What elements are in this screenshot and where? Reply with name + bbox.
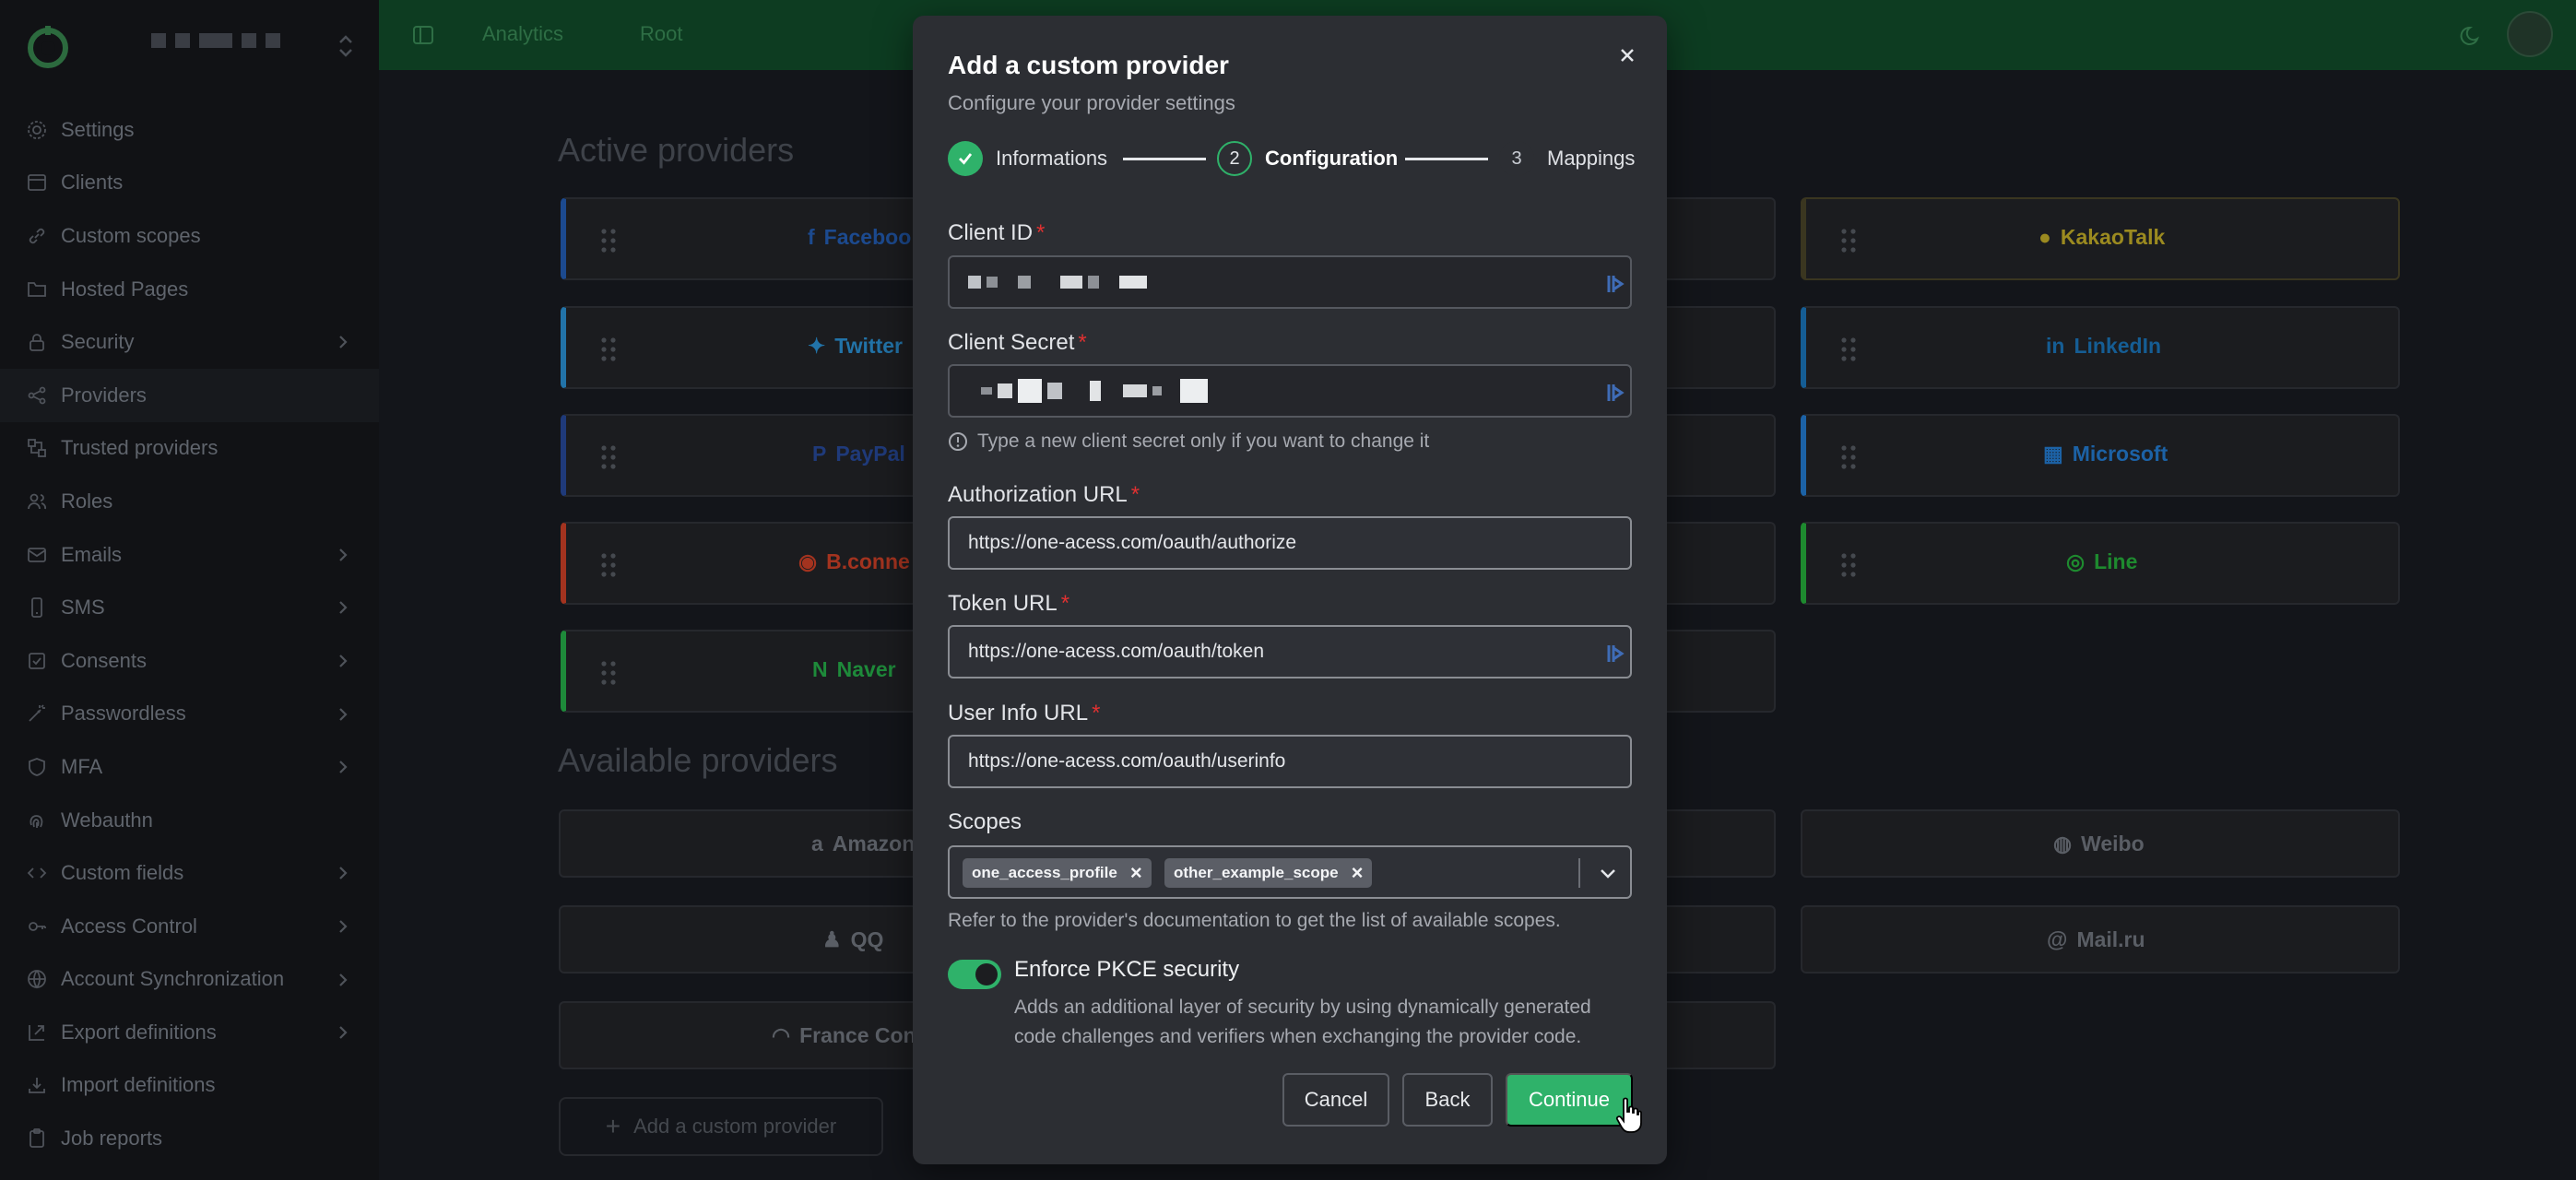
step-connector bbox=[1123, 158, 1206, 160]
userinfo-url-field[interactable]: https://one-acess.com/oauth/userinfo bbox=[948, 735, 1632, 788]
password-manager-icon[interactable] bbox=[1606, 383, 1625, 403]
password-manager-icon[interactable] bbox=[1606, 643, 1625, 664]
authorization-url-field[interactable]: https://one-acess.com/oauth/authorize bbox=[948, 516, 1632, 570]
pkce-toggle[interactable] bbox=[948, 960, 1001, 989]
scopes-multiselect[interactable]: one_access_profile × other_example_scope… bbox=[948, 845, 1632, 899]
chevron-down-icon[interactable] bbox=[1597, 864, 1619, 884]
cancel-button[interactable]: Cancel bbox=[1282, 1073, 1389, 1127]
scope-chip: other_example_scope × bbox=[1164, 858, 1373, 888]
userinfo-url-label: User Info URL * bbox=[948, 701, 1101, 726]
token-url-value: https://one-acess.com/oauth/token bbox=[968, 641, 1265, 662]
masked-value bbox=[968, 276, 1147, 289]
authorization-url-label: Authorization URL * bbox=[948, 482, 1140, 507]
dialog-subtitle: Configure your provider settings bbox=[948, 91, 1235, 114]
scope-chip-label: one_access_profile bbox=[972, 864, 1117, 881]
client-id-field[interactable] bbox=[948, 255, 1632, 309]
step-connector bbox=[1405, 158, 1488, 160]
userinfo-url-value: https://one-acess.com/oauth/userinfo bbox=[968, 750, 1286, 772]
remove-scope-icon[interactable]: × bbox=[1352, 863, 1364, 883]
client-secret-label: Client Secret * bbox=[948, 330, 1087, 355]
client-secret-hint: Type a new client secret only if you wan… bbox=[948, 431, 1429, 453]
close-icon[interactable] bbox=[1613, 41, 1641, 69]
step-2-label: Configuration bbox=[1265, 147, 1399, 170]
scopes-hint: Refer to the provider's documentation to… bbox=[948, 910, 1561, 931]
step-3-label: Mappings bbox=[1547, 147, 1636, 170]
token-url-label: Token URL * bbox=[948, 591, 1070, 616]
masked-value bbox=[981, 379, 1208, 403]
toggle-knob bbox=[975, 963, 998, 985]
token-url-field[interactable]: https://one-acess.com/oauth/token bbox=[948, 625, 1632, 678]
continue-button[interactable]: Continue bbox=[1506, 1073, 1633, 1127]
dialog-title: Add a custom provider bbox=[948, 51, 1229, 79]
back-button[interactable]: Back bbox=[1402, 1073, 1493, 1127]
step-1-check-icon bbox=[948, 141, 983, 176]
step-3-number: 3 bbox=[1499, 141, 1534, 176]
scope-chip: one_access_profile × bbox=[963, 858, 1152, 888]
client-secret-hint-text: Type a new client secret only if you wan… bbox=[977, 431, 1430, 452]
step-2-number: 2 bbox=[1217, 141, 1252, 176]
custom-provider-dialog: Add a custom provider Configure your pro… bbox=[913, 16, 1667, 1164]
scopes-label: Scopes bbox=[948, 809, 1022, 834]
divider bbox=[1578, 858, 1580, 888]
pkce-description: Adds an additional layer of security by … bbox=[1014, 997, 1591, 1047]
scope-chip-label: other_example_scope bbox=[1174, 864, 1339, 881]
client-id-label: Client ID * bbox=[948, 220, 1046, 245]
pkce-title: Enforce PKCE security bbox=[1014, 957, 1240, 982]
authorization-url-value: https://one-acess.com/oauth/authorize bbox=[968, 532, 1297, 553]
step-1-label: Informations bbox=[996, 147, 1108, 170]
client-secret-field[interactable] bbox=[948, 364, 1632, 418]
password-manager-icon[interactable] bbox=[1606, 274, 1625, 294]
remove-scope-icon[interactable]: × bbox=[1130, 863, 1142, 883]
info-icon bbox=[949, 432, 967, 451]
pointer-cursor-icon bbox=[1615, 1097, 1642, 1133]
